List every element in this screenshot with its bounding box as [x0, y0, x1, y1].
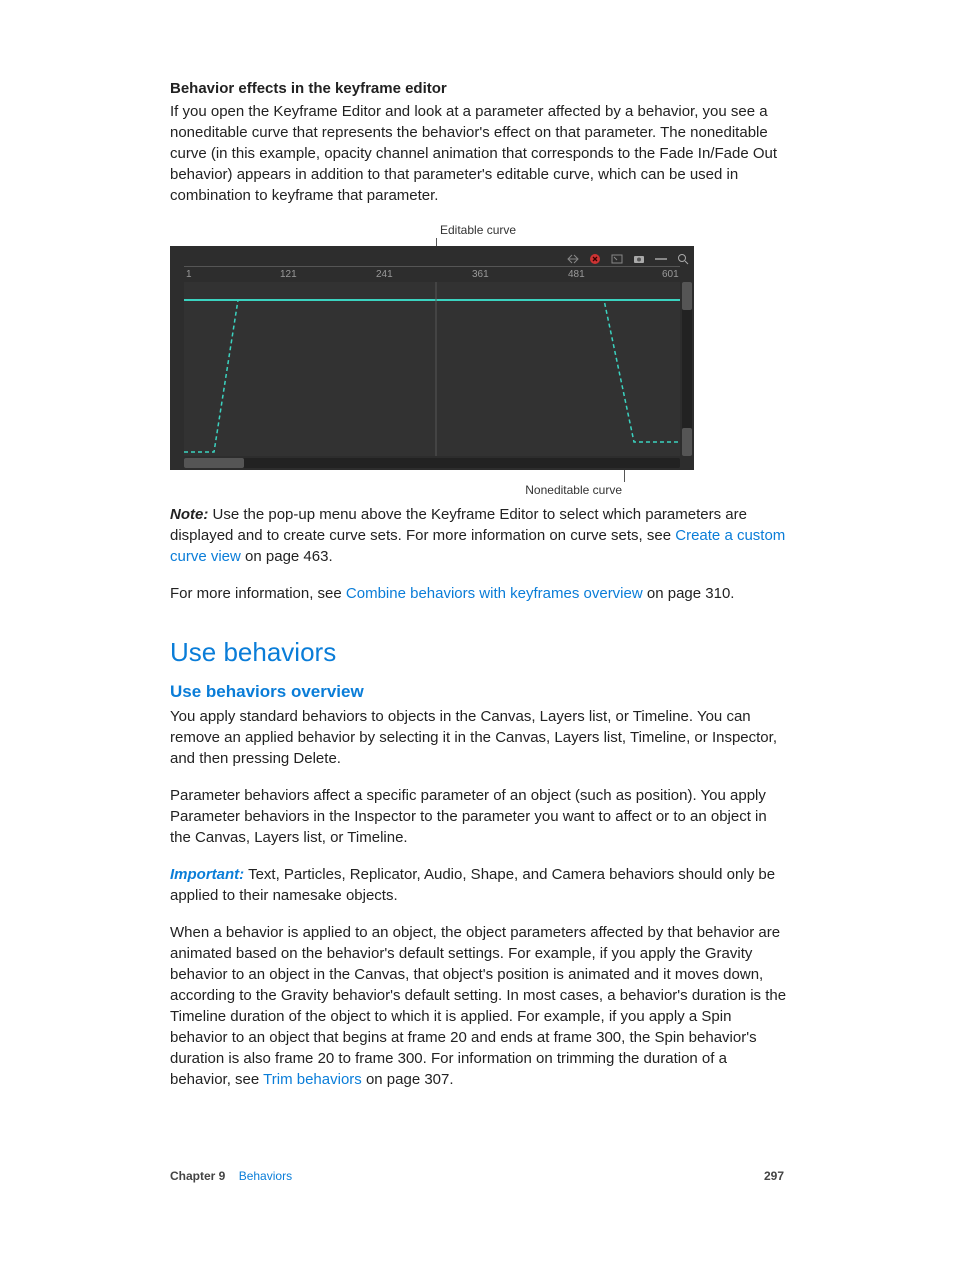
- more-info-after: on page 310.: [643, 585, 735, 602]
- para3-after: on page 307.: [362, 1071, 454, 1088]
- chapter-link[interactable]: Behaviors: [239, 1169, 292, 1183]
- callout-bottom-label: Noneditable curve: [525, 482, 622, 499]
- ruler-tick: 601: [662, 268, 679, 282]
- close-icon[interactable]: [588, 250, 602, 262]
- ruler-tick: 361: [472, 268, 489, 282]
- callout-top-label: Editable curve: [440, 222, 516, 239]
- ruler-tick: 121: [280, 268, 297, 282]
- footer-left: Chapter 9 Behaviors: [170, 1169, 292, 1183]
- horizontal-scrollbar[interactable]: [184, 458, 680, 468]
- link-combine-behaviors[interactable]: Combine behaviors with keyframes overvie…: [346, 585, 643, 602]
- subheading-overview: Use behaviors overview: [170, 680, 788, 704]
- keyframe-toolbar: [562, 246, 694, 266]
- callout-bottom: Noneditable curve: [170, 470, 694, 494]
- scrollbar-thumb[interactable]: [682, 428, 692, 456]
- callout-top: Editable curve: [170, 222, 694, 246]
- zoom-icon[interactable]: [676, 250, 690, 262]
- page-number: 297: [764, 1169, 784, 1183]
- page-footer: Chapter 9 Behaviors 297: [170, 1169, 784, 1183]
- expand-icon[interactable]: [610, 250, 624, 262]
- para3-before: When a behavior is applied to an object,…: [170, 924, 786, 1088]
- section-title: Behavior effects in the keyframe editor: [170, 78, 788, 99]
- important-label: Important:: [170, 866, 244, 883]
- vertical-scrollbar[interactable]: [682, 282, 692, 456]
- ruler-tick: 1: [186, 268, 192, 282]
- curve-plot[interactable]: [184, 282, 680, 456]
- important-text: Text, Particles, Replicator, Audio, Shap…: [170, 866, 775, 904]
- callout-leader-line: [624, 470, 625, 482]
- ruler-tick: 241: [376, 268, 393, 282]
- link-trim-behaviors[interactable]: Trim behaviors: [263, 1071, 362, 1088]
- keyframe-editor: 1 121 241 361 481 601: [170, 246, 694, 470]
- note-text-before: Use the pop-up menu above the Keyframe E…: [170, 506, 747, 544]
- camera-icon[interactable]: [632, 250, 646, 262]
- intro-paragraph: If you open the Keyframe Editor and look…: [170, 101, 788, 206]
- overview-paragraph-3: When a behavior is applied to an object,…: [170, 922, 788, 1090]
- note-text-after: on page 463.: [241, 548, 333, 565]
- scrollbar-thumb[interactable]: [682, 282, 692, 310]
- more-info-before: For more information, see: [170, 585, 346, 602]
- more-info-paragraph: For more information, see Combine behavi…: [170, 583, 788, 604]
- slider-icon[interactable]: [654, 250, 668, 262]
- overview-paragraph-2: Parameter behaviors affect a specific pa…: [170, 785, 788, 848]
- note-paragraph: Note: Use the pop-up menu above the Keyf…: [170, 504, 788, 567]
- important-paragraph: Important: Text, Particles, Replicator, …: [170, 864, 788, 906]
- overview-paragraph-1: You apply standard behaviors to objects …: [170, 706, 788, 769]
- heading-use-behaviors: Use behaviors: [170, 634, 788, 670]
- keyframe-figure: Editable curve 1 121 241 361 481: [170, 222, 694, 494]
- drag-icon[interactable]: [566, 250, 580, 262]
- ruler-tick: 481: [568, 268, 585, 282]
- scrollbar-thumb[interactable]: [184, 458, 244, 468]
- chapter-label: Chapter 9: [170, 1169, 225, 1183]
- callout-leader-line: [436, 238, 437, 246]
- timeline-ruler[interactable]: 1 121 241 361 481 601: [184, 266, 680, 283]
- note-label: Note:: [170, 506, 208, 523]
